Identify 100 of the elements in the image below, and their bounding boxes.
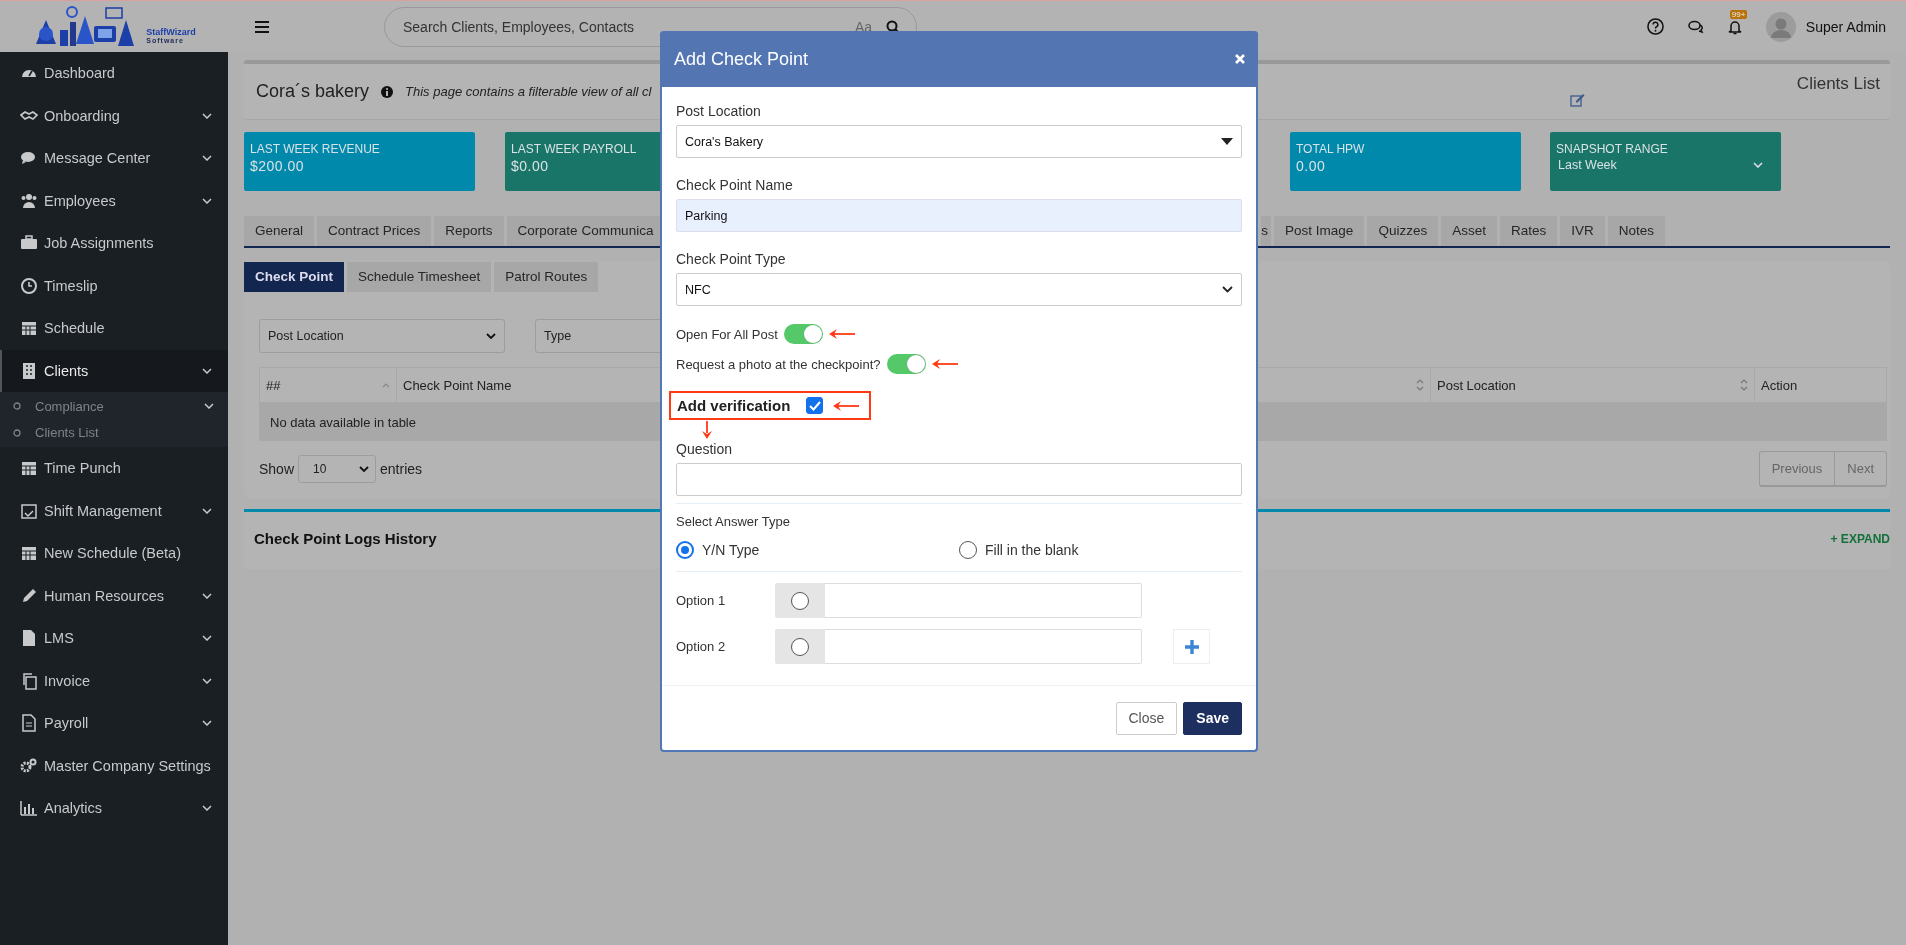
help-icon[interactable]	[1646, 18, 1664, 35]
submenu-item[interactable]: Compliance	[0, 393, 228, 420]
option-input[interactable]	[825, 583, 1142, 618]
chevron-down-icon	[202, 112, 212, 119]
sidebar-item[interactable]: Onboarding	[0, 94, 228, 137]
stat-value: $0.00	[511, 158, 550, 174]
bell-icon[interactable]	[1727, 18, 1742, 35]
sidebar-item[interactable]: Clients	[0, 349, 228, 392]
sidebar-item[interactable]: Message Center	[0, 137, 228, 180]
caret-down-icon	[1221, 138, 1233, 145]
annotation-arrow	[828, 329, 855, 339]
sidebar-item[interactable]: Dashboard	[0, 52, 228, 95]
filter-select[interactable]: Post Location	[259, 319, 505, 353]
sidebar-item[interactable]: Schedule	[0, 307, 228, 350]
sidebar-item[interactable]: Shift Management	[0, 489, 228, 532]
tab[interactable]: Asset	[1441, 216, 1497, 246]
annotation-arrow	[833, 400, 860, 411]
radio-button[interactable]	[959, 541, 977, 559]
verification-checkbox[interactable]	[806, 397, 824, 414]
tab[interactable]: Reports	[434, 216, 504, 246]
verification-label: Add verification	[677, 397, 791, 414]
empty-message: No data available in table	[270, 414, 416, 430]
sidebar-item[interactable]: Human Resources	[0, 574, 228, 617]
save-button[interactable]: Save	[1183, 701, 1242, 735]
chevron-down-icon	[486, 333, 496, 339]
sidebar-item[interactable]: Employees	[0, 179, 228, 222]
question-input[interactable]	[676, 463, 1242, 496]
sidebar-item[interactable]: Timeslip	[0, 264, 228, 307]
option-input[interactable]	[825, 629, 1142, 664]
column-header[interactable]: Post Location	[1431, 368, 1755, 402]
checkpoint-type-select[interactable]: NFC	[676, 273, 1242, 306]
tab[interactable]: Contract Prices	[317, 216, 432, 246]
stat-value: 0.00	[1296, 158, 1326, 174]
radio-button[interactable]	[791, 637, 809, 656]
tab[interactable]: Patrol Routes	[494, 262, 599, 292]
toggle-switch[interactable]	[783, 324, 823, 344]
calendar-icon	[20, 544, 38, 563]
sidebar-item[interactable]: Payroll	[0, 702, 228, 745]
radio-button[interactable]	[791, 591, 809, 610]
field-label: Post Location	[676, 103, 762, 119]
entries-label: entries	[380, 461, 423, 477]
edit-icon[interactable]	[1569, 92, 1585, 107]
stat-label: LAST WEEK PAYROLL	[511, 142, 638, 156]
sidebar-item[interactable]: Job Assignments	[0, 222, 228, 265]
option-label: Option 1	[676, 593, 727, 608]
radio-label: Y/N Type	[702, 542, 760, 558]
sidebar-item[interactable]: Time Punch	[0, 447, 228, 490]
toggle-switch[interactable]	[886, 354, 926, 374]
menu-icon[interactable]	[255, 20, 269, 33]
close-button[interactable]: Close	[1115, 701, 1178, 735]
sidebar-item[interactable]: Master Company Settings	[0, 744, 228, 787]
tab[interactable]: Notes	[1607, 216, 1665, 246]
field-label: Question	[676, 441, 734, 457]
sidebar-item[interactable]: Analytics	[0, 787, 228, 830]
chat-icon[interactable]	[1687, 19, 1704, 34]
toggle-label: Open For All Post	[676, 326, 778, 342]
logo-name: StaffWizard	[146, 27, 196, 37]
tab[interactable]: General	[244, 216, 315, 246]
radio-button[interactable]	[676, 541, 694, 559]
option-label: Option 2	[676, 639, 727, 654]
field-label: Select Answer Type	[676, 514, 791, 529]
column-header[interactable]: ##	[260, 368, 397, 402]
tab[interactable]: Post Image	[1274, 216, 1365, 246]
plus-icon	[1183, 638, 1200, 655]
chevron-down-icon	[202, 592, 212, 599]
tab[interactable]: Schedule Timesheet	[347, 262, 492, 292]
copy-icon	[20, 671, 38, 690]
info-icon	[381, 85, 394, 98]
page-description: This page contains a filterable view of all cl	[405, 84, 652, 99]
tab[interactable]: Rates	[1499, 216, 1558, 246]
tab[interactable]: s	[1261, 216, 1272, 246]
range-dropdown[interactable]: SNAPSHOT RANGE Last Week	[1550, 132, 1781, 191]
tab[interactable]: Check Point	[244, 262, 344, 292]
chevron-down-icon	[1753, 162, 1763, 168]
chevron-down-icon	[204, 403, 214, 410]
tab[interactable]: IVR	[1560, 216, 1605, 246]
notification-badge: 99+	[1729, 9, 1748, 19]
users-icon	[20, 191, 38, 210]
submenu-item[interactable]: Clients List	[0, 419, 228, 446]
post-location-select[interactable]: Cora's Bakery	[676, 125, 1242, 158]
sidebar-item[interactable]: LMS	[0, 617, 228, 660]
file-icon	[20, 629, 38, 648]
stat-label: SNAPSHOT RANGE	[1556, 142, 1669, 156]
annotation-arrow	[931, 359, 958, 369]
chevron-down-icon	[202, 507, 212, 514]
name-input[interactable]: Parking	[676, 199, 1242, 232]
column-header[interactable]: Action	[1755, 368, 1886, 402]
sidebar-item[interactable]: New Schedule (Beta)	[0, 532, 228, 575]
tab[interactable]: Quizzes	[1367, 216, 1439, 246]
add-option-button[interactable]	[1173, 629, 1210, 664]
radio-label: Fill in the blank	[985, 542, 1079, 558]
sidebar-item[interactable]: Invoice	[0, 659, 228, 702]
close-icon[interactable]	[1234, 53, 1246, 65]
stat-value: $200.00	[250, 158, 306, 174]
user-name[interactable]: Super Admin	[1805, 18, 1886, 35]
page-title: Cora´s bakery	[256, 81, 370, 102]
page-length-select[interactable]: 10	[298, 455, 377, 483]
building-icon	[20, 361, 38, 380]
search-icon[interactable]	[886, 19, 900, 34]
sort-up-icon	[382, 382, 390, 388]
